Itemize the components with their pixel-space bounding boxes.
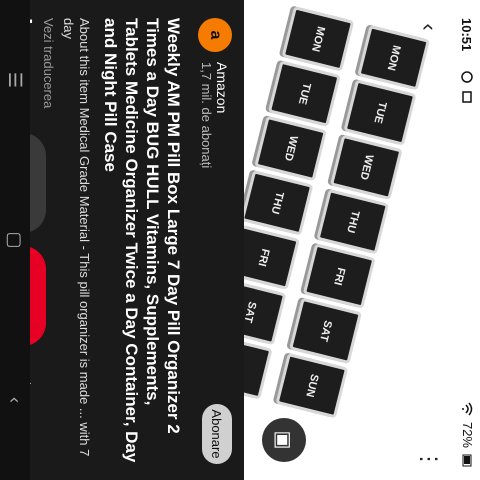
pill-compartment: WED <box>254 115 328 182</box>
source-row[interactable]: a Amazon 1,7 mil. de abonați <box>198 18 232 168</box>
battery-level: 72% <box>460 421 475 448</box>
source-name[interactable]: Amazon <box>215 62 231 168</box>
visual-search-icon: ▣ <box>272 430 295 450</box>
more-vertical-icon: ⋮ <box>417 448 442 470</box>
pin-detail-screen: 10:51 72% ‹ ⋮ MON TUE WED THU FRI SAT SU… <box>0 0 480 480</box>
system-nav-bar: ☰ ▢ ‹ <box>0 0 30 480</box>
pill-compartment: THU <box>244 169 314 236</box>
pill-compartment: TUE <box>267 60 341 127</box>
pill-compartment: THU <box>316 188 390 255</box>
pin-info-panel: a Amazon 1,7 mil. de abonați Abonare Wee… <box>0 0 244 480</box>
recent-apps-button[interactable]: ☰ <box>5 65 26 95</box>
wifi-icon <box>461 402 475 416</box>
pin-title: Weekly AM PM Pill Box Large 7 Day Pill O… <box>101 18 183 463</box>
translate-link[interactable]: Vezi traducerea <box>41 18 56 108</box>
battery-icon <box>461 454 475 468</box>
status-bar: 10:51 72% <box>454 0 480 480</box>
source-logo[interactable]: a <box>198 18 232 52</box>
pill-compartment: WED <box>329 134 403 200</box>
more-options-button[interactable]: ⋮ <box>414 444 444 474</box>
pill-compartment: TUE <box>343 79 417 146</box>
pill-compartment: SUN <box>275 352 349 419</box>
visual-search-button[interactable]: ▣ <box>262 418 306 462</box>
system-back-button[interactable]: ‹ <box>5 385 26 415</box>
chevron-left-icon: ‹ <box>417 23 442 31</box>
status-time: 10:51 <box>459 18 474 52</box>
follow-button[interactable]: Abonare <box>202 404 232 464</box>
pill-compartment: MON <box>281 6 355 72</box>
home-button[interactable]: ▢ <box>5 225 26 255</box>
pill-compartment: FRI <box>302 243 376 310</box>
pin-image[interactable]: ‹ ⋮ MON TUE WED THU FRI SAT SUN MON TUE WED THU FR… <box>244 0 454 480</box>
pill-organizer-illustration: MON TUE WED THU FRI SAT SUN MON TUE WED THU FRI SAT… <box>244 1 430 447</box>
pill-compartment: SAT <box>244 279 287 345</box>
pin-description: About this item Medical Grade Material -… <box>61 18 92 457</box>
message-icon <box>460 90 474 104</box>
pill-compartment: SAT <box>289 298 362 364</box>
source-followers: 1,7 mil. de abonați <box>199 62 215 169</box>
pill-compartment: FRI <box>244 224 300 291</box>
notification-icon <box>460 70 474 84</box>
